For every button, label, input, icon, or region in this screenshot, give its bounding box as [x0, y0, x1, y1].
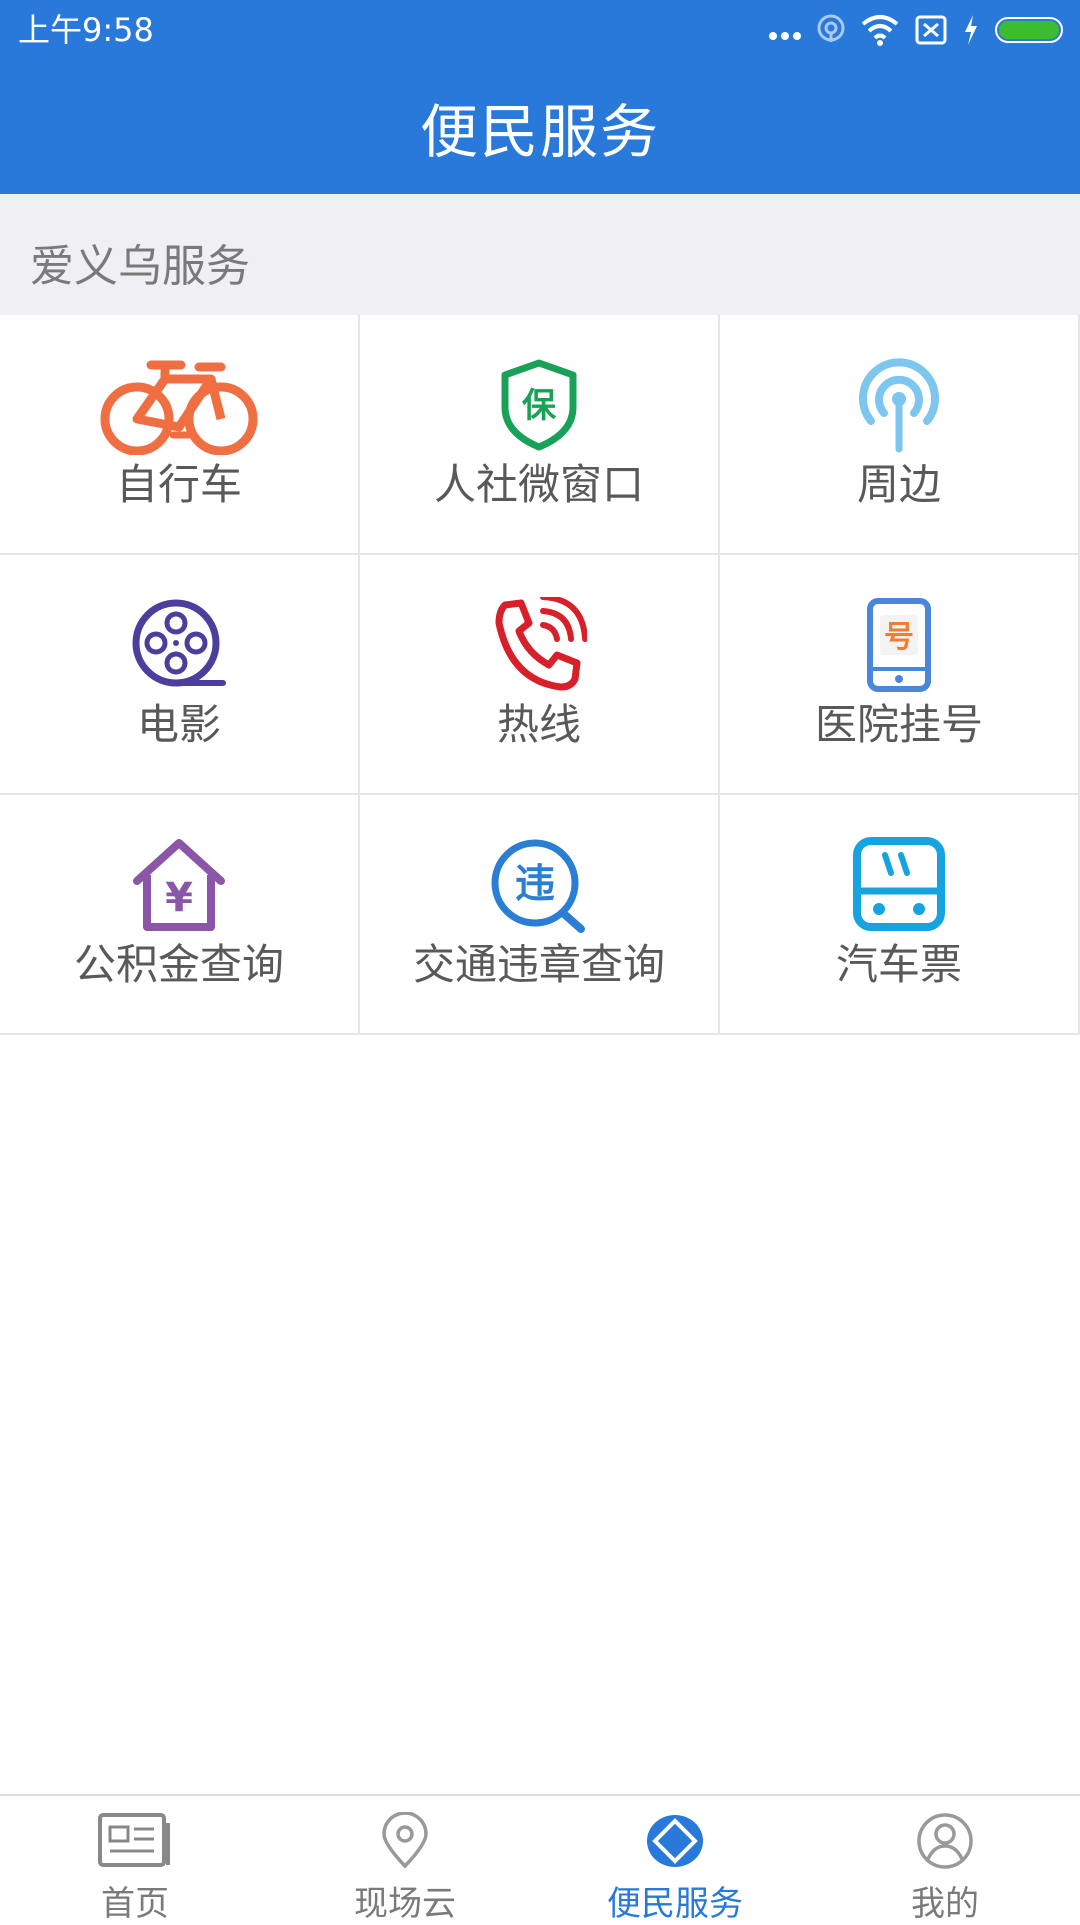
status-time: 上午9:58: [18, 11, 154, 49]
hotspot-icon: [816, 12, 846, 48]
newspaper-icon: [95, 1810, 175, 1872]
no-sim-icon: [914, 12, 948, 48]
service-label: 公积金查询: [73, 940, 284, 989]
profile-icon: [905, 1810, 985, 1872]
service-label: 周边: [856, 460, 941, 509]
battery-icon: [994, 12, 1066, 48]
tab-live-cloud[interactable]: 现场云: [270, 1796, 540, 1924]
mobile-glyph: 号: [884, 620, 914, 655]
services-grid: 自行车 保 人社微窗口 周边 电影 热线 号 医院挂号 ¥ 公积金查询 违 交通…: [0, 315, 1080, 1035]
tab-mine[interactable]: 我的: [810, 1796, 1080, 1924]
section-header: 爱义乌服务: [0, 194, 1080, 315]
service-label: 人社微窗口: [433, 460, 644, 509]
service-label: 热线: [496, 700, 581, 749]
service-label: 汽车票: [835, 940, 962, 989]
app-header: 便民服务: [0, 60, 1080, 194]
phone-icon: [459, 595, 619, 695]
service-label: 自行车: [115, 460, 242, 509]
tab-home[interactable]: 首页: [0, 1796, 270, 1924]
wifi-icon: [860, 12, 900, 48]
service-nearby[interactable]: 周边: [720, 315, 1080, 555]
location-pin-icon: [365, 1810, 445, 1872]
service-social-security[interactable]: 保 人社微窗口: [360, 315, 720, 555]
service-bicycle[interactable]: 自行车: [0, 315, 360, 555]
bus-icon: [819, 835, 979, 935]
service-label: 医院挂号: [814, 700, 983, 749]
tab-label: 便民服务: [607, 1884, 743, 1924]
service-hospital[interactable]: 号 医院挂号: [720, 555, 1080, 795]
tab-bar: 首页 现场云 便民服务 我的: [0, 1794, 1080, 1924]
shield-bao-icon: 保: [459, 355, 619, 455]
page-title: 便民服务: [419, 98, 660, 166]
service-traffic-violation[interactable]: 违 交通违章查询: [360, 795, 720, 1035]
service-movie[interactable]: 电影: [0, 555, 360, 795]
status-bar: 上午9:58: [0, 0, 1080, 60]
house-yen-icon: ¥: [99, 835, 259, 935]
tab-services[interactable]: 便民服务: [540, 1796, 810, 1924]
violation-search-icon: 违: [459, 835, 619, 935]
more-dots-icon: [768, 12, 802, 48]
charging-icon: [962, 12, 980, 48]
violation-glyph: 违: [515, 861, 555, 907]
service-bus-ticket[interactable]: 汽车票: [720, 795, 1080, 1035]
service-label: 交通违章查询: [412, 940, 665, 989]
house-glyph: ¥: [165, 875, 193, 921]
section-title: 爱义乌服务: [30, 241, 250, 292]
mobile-hao-icon: 号: [819, 595, 979, 695]
film-reel-icon: [99, 595, 259, 695]
shield-glyph: 保: [522, 386, 557, 426]
services-icon: [635, 1810, 715, 1872]
bicycle-icon: [99, 355, 259, 455]
tab-label: 我的: [911, 1884, 979, 1924]
service-label: 电影: [136, 700, 221, 749]
status-icons: [768, 12, 1066, 48]
signal-tower-icon: [819, 355, 979, 455]
tab-label: 现场云: [354, 1884, 456, 1924]
tab-label: 首页: [101, 1884, 169, 1924]
service-housing-fund[interactable]: ¥ 公积金查询: [0, 795, 360, 1035]
service-hotline[interactable]: 热线: [360, 555, 720, 795]
